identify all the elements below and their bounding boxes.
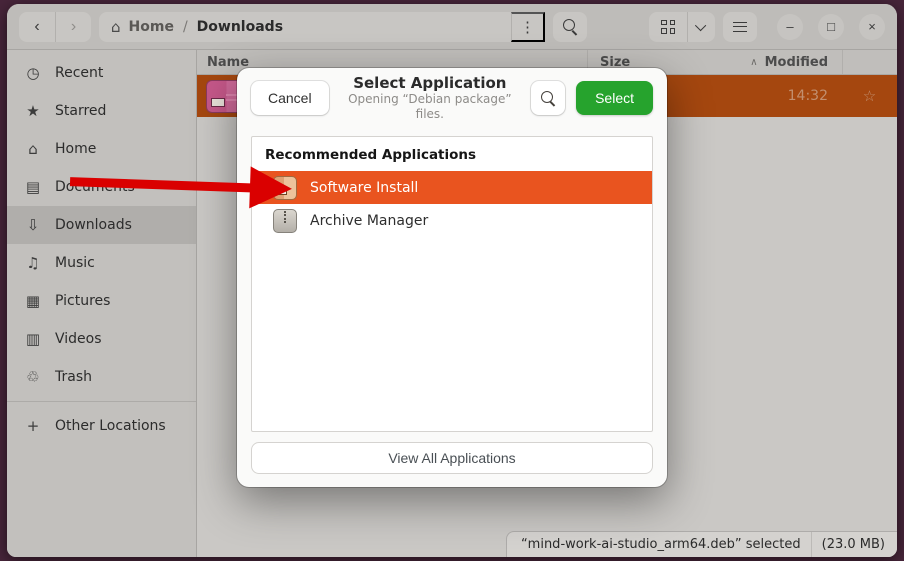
dialog-header: Cancel Select Application Opening “Debia… (237, 68, 667, 128)
sidebar-item-home[interactable]: ⌂ Home (7, 130, 196, 168)
sidebar-item-downloads[interactable]: ⇩ Downloads (7, 206, 196, 244)
close-icon: × (868, 19, 876, 34)
more-vertical-icon: ⋮ (520, 18, 535, 36)
sidebar-item-pictures[interactable]: ▦ Pictures (7, 282, 196, 320)
status-selected-text: “mind-work-ai-studio_arm64.deb” selected (507, 537, 811, 552)
picture-icon: ▦ (24, 292, 42, 310)
forward-button[interactable]: › (55, 12, 91, 42)
sidebar-item-videos[interactable]: ▥ Videos (7, 320, 196, 358)
select-button[interactable]: Select (576, 81, 653, 115)
download-icon: ⇩ (24, 216, 42, 234)
document-icon: ▤ (24, 178, 42, 196)
software-install-icon (273, 176, 297, 200)
sidebar-divider (7, 401, 196, 402)
sort-ascending-icon: ∧ (750, 57, 757, 68)
application-list: Recommended Applications Software Instal… (251, 136, 653, 432)
grid-view-button[interactable] (649, 12, 687, 42)
sidebar-item-trash[interactable]: ♲ Trash (7, 358, 196, 396)
sidebar: ◷ Recent ★ Starred ⌂ Home ▤ Documents ⇩ … (7, 50, 197, 557)
minimize-icon: – (786, 19, 793, 34)
sidebar-item-starred[interactable]: ★ Starred (7, 92, 196, 130)
column-header-star (842, 50, 897, 74)
search-icon (563, 19, 578, 34)
star-icon: ★ (24, 102, 42, 120)
view-all-applications-button[interactable]: View All Applications (251, 442, 653, 474)
grid-view-icon (661, 20, 675, 34)
forward-icon: › (71, 18, 76, 36)
maximize-button[interactable]: □ (818, 14, 844, 40)
trash-icon: ♲ (24, 368, 42, 386)
sidebar-item-music[interactable]: ♫ Music (7, 244, 196, 282)
breadcrumb-home[interactable]: Home (129, 19, 174, 35)
column-header-modified[interactable]: ∧ Modified (682, 50, 842, 74)
sidebar-item-label: Documents (55, 179, 135, 195)
dialog-titles: Select Application Opening “Debian packa… (340, 74, 520, 123)
main-menu-button[interactable] (723, 12, 757, 42)
breadcrumb-current[interactable]: Downloads (197, 19, 283, 35)
plus-icon: + (24, 417, 42, 435)
sidebar-item-label: Music (55, 255, 95, 271)
sidebar-item-label: Other Locations (55, 418, 166, 434)
sidebar-item-label: Pictures (55, 293, 110, 309)
home-icon: ⌂ (24, 140, 42, 158)
search-icon (541, 91, 556, 106)
film-icon: ▥ (24, 330, 42, 348)
hamburger-icon (733, 22, 747, 32)
column-header-modified-label: Modified (765, 55, 828, 70)
sidebar-item-other-locations[interactable]: + Other Locations (7, 407, 196, 445)
app-row-archive-manager[interactable]: Archive Manager (252, 204, 652, 237)
headerbar: ‹ › ⌂ Home / Downloads ⋮ – □ × (7, 4, 897, 50)
music-note-icon: ♫ (24, 254, 42, 272)
dialog-title: Select Application (340, 74, 520, 93)
sidebar-item-label: Starred (55, 103, 106, 119)
file-star-cell[interactable]: ☆ (842, 75, 897, 117)
view-options-dropdown[interactable] (687, 12, 715, 42)
app-name: Software Install (310, 180, 418, 196)
breadcrumb[interactable]: ⌂ Home / Downloads ⋮ (99, 12, 545, 42)
dialog-search-button[interactable] (531, 81, 565, 115)
view-toggle-split-button (649, 12, 715, 42)
recommended-applications-header: Recommended Applications (252, 137, 652, 171)
breadcrumb-separator: / (183, 19, 188, 35)
maximize-icon: □ (827, 19, 835, 34)
window-controls: – □ × (777, 14, 885, 40)
sidebar-item-label: Trash (55, 369, 92, 385)
search-button[interactable] (553, 12, 587, 42)
sidebar-item-label: Home (55, 141, 96, 157)
app-name: Archive Manager (310, 213, 428, 229)
sidebar-item-documents[interactable]: ▤ Documents (7, 168, 196, 206)
home-icon: ⌂ (111, 18, 121, 36)
dialog-subtitle: Opening “Debian package” files. (340, 92, 520, 122)
navigation-buttons: ‹ › (19, 12, 91, 42)
clock-icon: ◷ (24, 64, 42, 82)
cancel-button[interactable]: Cancel (251, 81, 329, 115)
sidebar-item-label: Recent (55, 65, 103, 81)
back-button[interactable]: ‹ (19, 12, 55, 42)
archive-manager-icon (273, 209, 297, 233)
minimize-button[interactable]: – (777, 14, 803, 40)
chevron-down-icon (694, 19, 705, 30)
app-row-software-install[interactable]: Software Install (252, 171, 652, 204)
status-bar: “mind-work-ai-studio_arm64.deb” selected… (506, 531, 897, 557)
sidebar-item-recent[interactable]: ◷ Recent (7, 54, 196, 92)
close-button[interactable]: × (859, 14, 885, 40)
star-outline-icon: ☆ (863, 87, 876, 105)
status-selected-size: (23.0 MB) (811, 532, 897, 557)
path-context-menu-button[interactable]: ⋮ (511, 12, 545, 42)
select-application-dialog: Cancel Select Application Opening “Debia… (237, 68, 667, 487)
sidebar-item-label: Videos (55, 331, 102, 347)
sidebar-item-label: Downloads (55, 217, 132, 233)
file-modified-cell: 14:32 (682, 75, 842, 117)
back-icon: ‹ (34, 18, 39, 36)
